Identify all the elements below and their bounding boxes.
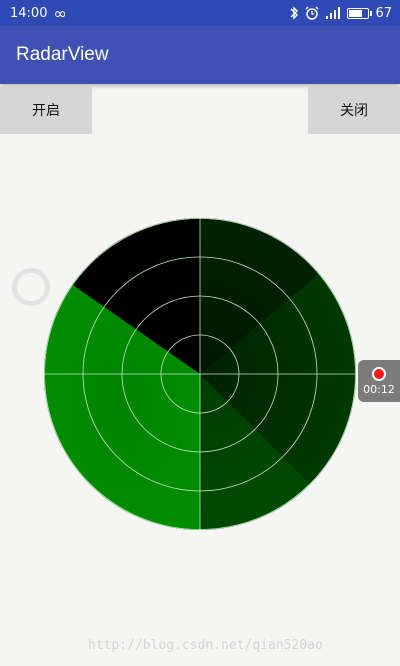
infinity-icon: ∞ — [53, 3, 67, 23]
alarm-icon — [305, 6, 319, 20]
app-title: RadarView — [16, 44, 109, 65]
signal-4g-icon — [325, 6, 341, 20]
status-time: 14:00 — [10, 5, 48, 21]
battery-percent: 67 — [375, 5, 392, 21]
battery-icon — [347, 7, 373, 19]
radar-view — [44, 218, 356, 530]
status-bar: 14:00 ∞ 67 — [0, 0, 400, 26]
status-right: 67 — [289, 6, 392, 21]
record-icon — [372, 366, 386, 381]
watermark: http://blog.csdn.net/qian520ao — [88, 638, 323, 653]
app-bar: RadarView — [0, 26, 400, 84]
bluetooth-icon — [289, 6, 299, 20]
radar-canvas — [44, 218, 356, 530]
close-button[interactable]: 关闭 — [308, 86, 400, 134]
screen-record-widget[interactable]: 00:12 — [358, 360, 400, 402]
status-left: 14:00 ∞ — [10, 4, 67, 23]
open-button[interactable]: 开启 — [0, 86, 92, 134]
battery-fill — [349, 9, 362, 17]
record-time: 00:12 — [363, 382, 395, 396]
